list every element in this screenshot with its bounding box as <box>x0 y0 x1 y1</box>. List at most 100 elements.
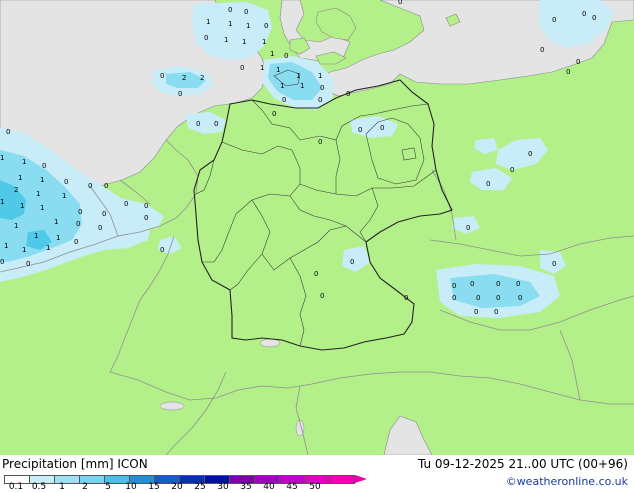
scale-tick-label: 30 <box>217 482 229 492</box>
svg-text:1: 1 <box>270 50 274 58</box>
svg-text:1: 1 <box>18 174 22 182</box>
svg-text:1: 1 <box>276 66 280 74</box>
svg-text:1: 1 <box>0 198 4 206</box>
svg-text:0: 0 <box>350 258 354 266</box>
svg-text:0: 0 <box>518 294 522 302</box>
svg-text:0: 0 <box>404 294 408 302</box>
svg-text:0: 0 <box>592 14 596 22</box>
svg-text:0: 0 <box>144 214 148 222</box>
svg-text:0: 0 <box>0 258 4 266</box>
svg-text:0: 0 <box>452 282 456 290</box>
svg-text:0: 0 <box>104 182 108 190</box>
svg-text:0: 0 <box>282 96 286 104</box>
svg-text:0: 0 <box>264 22 268 30</box>
svg-text:1: 1 <box>46 244 50 252</box>
svg-text:0: 0 <box>566 68 570 76</box>
svg-text:0: 0 <box>470 280 474 288</box>
site-credit[interactable]: ©weatheronline.co.uk <box>506 475 628 488</box>
svg-text:1: 1 <box>260 64 264 72</box>
valid-time: Tu 09-12-2025 21..00 UTC (00+96) <box>417 457 628 471</box>
svg-text:0: 0 <box>494 308 498 316</box>
map-title: Precipitation [mm] ICON <box>2 457 148 471</box>
svg-text:0: 0 <box>398 0 402 6</box>
svg-text:0: 0 <box>486 180 490 188</box>
svg-text:0: 0 <box>552 260 556 268</box>
precipitation-map: 0 0 1 1 1 0 0 1 1 1 1 0 0 1 1 0 2 2 1 1 … <box>0 0 634 455</box>
svg-text:0: 0 <box>214 120 218 128</box>
svg-text:0: 0 <box>552 16 556 24</box>
svg-text:0: 0 <box>102 210 106 218</box>
svg-text:0: 0 <box>474 308 478 316</box>
svg-text:0: 0 <box>76 220 80 228</box>
svg-text:0: 0 <box>240 64 244 72</box>
svg-text:0: 0 <box>64 178 68 186</box>
scale-tick-label: 50 <box>309 482 321 492</box>
svg-text:0: 0 <box>228 6 232 14</box>
svg-text:1: 1 <box>36 190 40 198</box>
svg-text:0: 0 <box>576 58 580 66</box>
svg-text:0: 0 <box>582 10 586 18</box>
scale-tick-label: 20 <box>171 482 183 492</box>
svg-text:0: 0 <box>466 224 470 232</box>
svg-text:0: 0 <box>6 128 10 136</box>
scale-tick-label: 25 <box>194 482 206 492</box>
svg-text:0: 0 <box>204 34 208 42</box>
svg-text:0: 0 <box>528 150 532 158</box>
svg-text:1: 1 <box>318 72 322 80</box>
svg-text:0: 0 <box>318 96 322 104</box>
scale-tick-label: 2 <box>82 482 88 492</box>
svg-text:1: 1 <box>0 154 4 162</box>
svg-text:1: 1 <box>242 38 246 46</box>
svg-text:1: 1 <box>280 82 284 90</box>
svg-text:1: 1 <box>14 222 18 230</box>
svg-text:0: 0 <box>78 208 82 216</box>
svg-text:1: 1 <box>246 22 250 30</box>
svg-text:0: 0 <box>144 202 148 210</box>
scale-arrow <box>355 475 367 483</box>
svg-text:1: 1 <box>262 38 266 46</box>
svg-text:1: 1 <box>54 218 58 226</box>
svg-text:1: 1 <box>40 204 44 212</box>
svg-text:0: 0 <box>358 126 362 134</box>
scale-tick-label: 0.1 <box>8 482 24 492</box>
svg-text:2: 2 <box>200 74 204 82</box>
scale-tick-label: 40 <box>263 482 275 492</box>
scale-tick-label: 0.5 <box>31 482 47 492</box>
scale-tick-label: 10 <box>125 482 137 492</box>
svg-text:0: 0 <box>380 124 384 132</box>
svg-text:0: 0 <box>510 166 514 174</box>
svg-text:0: 0 <box>314 270 318 278</box>
svg-text:0: 0 <box>318 138 322 146</box>
svg-text:1: 1 <box>40 176 44 184</box>
scale-tick-label: 15 <box>148 482 160 492</box>
svg-text:1: 1 <box>56 234 60 242</box>
svg-text:0: 0 <box>178 90 182 98</box>
svg-text:2: 2 <box>182 74 186 82</box>
svg-text:0: 0 <box>516 280 520 288</box>
svg-text:1: 1 <box>22 246 26 254</box>
svg-text:0: 0 <box>540 46 544 54</box>
svg-text:0: 0 <box>26 260 30 268</box>
svg-text:0: 0 <box>452 294 456 302</box>
scale-tick-label: 1 <box>59 482 65 492</box>
svg-text:1: 1 <box>4 242 8 250</box>
svg-text:0: 0 <box>320 292 324 300</box>
lake-constance <box>259 338 281 348</box>
svg-text:2: 2 <box>14 186 18 194</box>
svg-text:1: 1 <box>62 192 66 200</box>
svg-text:0: 0 <box>124 200 128 208</box>
svg-text:0: 0 <box>496 294 500 302</box>
lake-geneva <box>159 401 185 411</box>
svg-text:0: 0 <box>88 182 92 190</box>
svg-text:1: 1 <box>228 20 232 28</box>
map-footer: Precipitation [mm] ICON Tu 09-12-2025 21… <box>0 455 634 492</box>
svg-text:1: 1 <box>34 232 38 240</box>
scale-tick-label: 35 <box>240 482 252 492</box>
svg-text:1: 1 <box>296 72 300 80</box>
svg-text:1: 1 <box>22 158 26 166</box>
svg-text:0: 0 <box>42 162 46 170</box>
svg-text:1: 1 <box>20 202 24 210</box>
svg-text:0: 0 <box>196 120 200 128</box>
weather-map-page: 0 0 1 1 1 0 0 1 1 1 1 0 0 1 1 0 2 2 1 1 … <box>0 0 634 492</box>
svg-text:1: 1 <box>300 82 304 90</box>
